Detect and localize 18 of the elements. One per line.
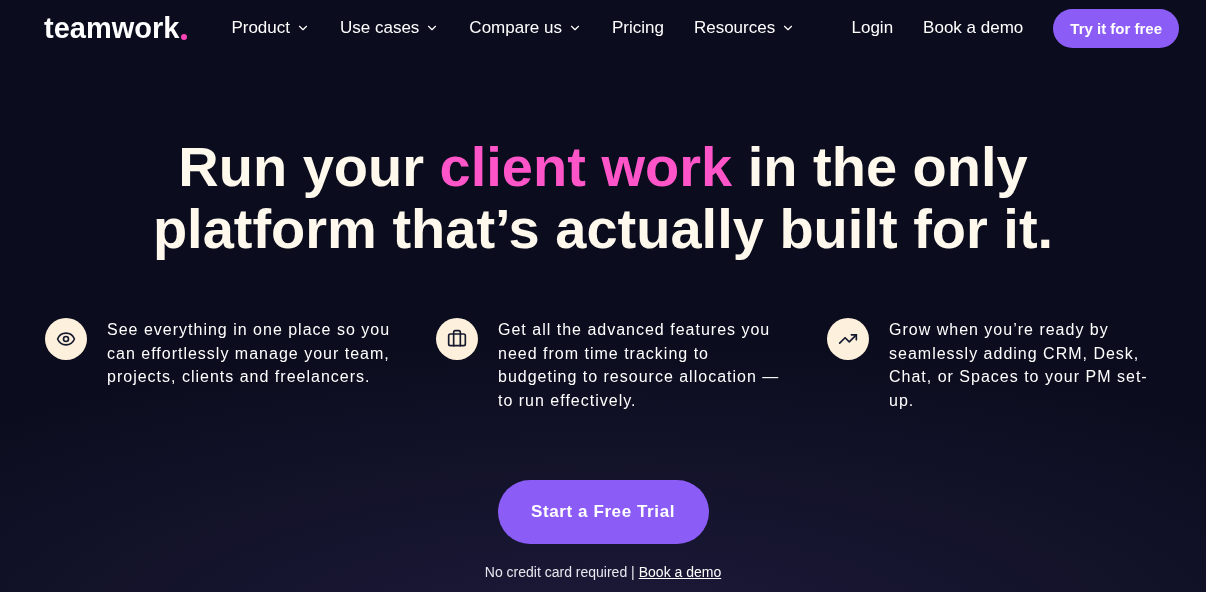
- try-free-button[interactable]: Try it for free: [1053, 8, 1179, 48]
- feature-text: Get all the advanced features you need from time tracking to budgeting to resource allocation — to run effectively.: [498, 320, 781, 411]
- book-demo-link[interactable]: Book a demo: [923, 18, 1024, 38]
- headline: Run your client work in the only platform that’s actually built for it.: [151, 136, 1055, 260]
- eye-icon: [56, 329, 76, 349]
- nav-link[interactable]: Compare us: [469, 18, 582, 38]
- note-text: No credit card required |: [484, 564, 635, 580]
- book-demo-link[interactable]: Book a demo: [638, 564, 722, 580]
- feature-text: Grow when you’re ready by seamlessly adding CRM, Desk, Chat, or Spaces to your PM set-up.: [889, 320, 1149, 411]
- nav-link[interactable]: Use cases: [340, 18, 440, 38]
- nav-link[interactable]: Product: [231, 18, 310, 38]
- nav-link[interactable]: Pricing: [611, 18, 664, 38]
- login-link[interactable]: Login: [851, 18, 894, 38]
- nav-link[interactable]: Resources: [693, 18, 796, 38]
- briefcase-icon: [447, 329, 467, 349]
- logo[interactable]: teamwork: [44, 11, 188, 45]
- start-trial-button[interactable]: Start a Free Trial: [497, 480, 709, 544]
- feature-text: See everything in one place so you can effortlessly manage your team, projects, clients and freelancers.: [107, 320, 392, 387]
